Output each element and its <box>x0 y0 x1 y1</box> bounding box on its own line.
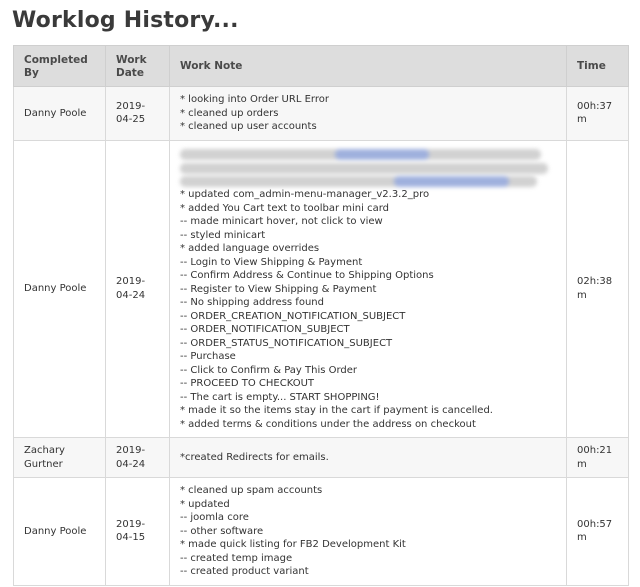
work-date-cell: 2019-04-24 <box>105 437 170 478</box>
completed-by-cell: Danny Poole <box>13 86 106 141</box>
note-line: * looking into Order URL Error <box>180 94 329 105</box>
completed-by-cell: Danny Poole <box>13 139 106 438</box>
note-line: -- created temp image <box>180 552 293 564</box>
note-line: * cleaned up user accounts <box>180 121 317 132</box>
note-line: * cleaned up orders <box>180 107 279 119</box>
table-row: Danny Poole 2019-04-25 * looking into Or… <box>13 86 629 141</box>
work-date-cell: 2019-04-25 <box>105 86 170 141</box>
table-row: Danny Poole 2019-04-15 * cleaned up spam… <box>13 477 629 586</box>
page-title: Worklog History... <box>12 8 239 33</box>
work-note-cell: * updated com_admin-menu-manager_v2.3.2_… <box>169 139 567 438</box>
time-cell: 00h:37m <box>566 86 629 141</box>
note-line: * added terms & conditions under the add… <box>180 418 476 430</box>
note-line: * made it so the items stay in the cart … <box>180 405 493 416</box>
time-cell: 02h:38m <box>566 139 629 438</box>
note-line: -- Login to View Shipping & Payment <box>180 256 363 268</box>
note-line: -- Click to Confirm & Pay This Order <box>180 364 358 376</box>
note-line: -- ORDER_STATUS_NOTIFICATION_SUBJECT <box>180 337 393 349</box>
note-line: -- Confirm Address & Continue to Shippin… <box>180 270 434 281</box>
work-date-cell: 2019-04-24 <box>105 139 170 438</box>
note-line: -- ORDER_CREATION_NOTIFICATION_SUBJECT <box>180 310 406 322</box>
note-line: -- The cart is empty... START SHOPPING! <box>180 391 380 403</box>
work-note-cell: *created Redirects for emails. <box>169 437 567 478</box>
work-note-cell: * cleaned up spam accounts * updated -- … <box>169 477 567 586</box>
note-line: * updated com_admin-menu-manager_v2.3.2_… <box>180 189 430 200</box>
note-line: -- joomla core <box>180 512 249 523</box>
note-line: -- made minicart hover, not click to vie… <box>180 216 383 227</box>
completed-by-cell: Danny Poole <box>13 477 106 586</box>
note-line: * made quick listing for FB2 Development… <box>180 539 406 550</box>
note-line: *created Redirects for emails. <box>180 451 329 463</box>
note-line: * added language overrides <box>180 243 320 254</box>
redacted-text <box>180 149 556 187</box>
work-note-cell: * looking into Order URL Error * cleaned… <box>169 86 567 141</box>
completed-by-cell: Zachary Gurtner <box>13 437 106 478</box>
header-work-note[interactable]: Work Note <box>169 45 567 87</box>
work-date-cell: 2019-04-15 <box>105 477 170 586</box>
note-line: -- Register to View Shipping & Payment <box>180 283 377 295</box>
note-line: -- No shipping address found <box>180 297 324 308</box>
header-time[interactable]: Time <box>566 45 629 87</box>
header-completed-by[interactable]: Completed By <box>13 45 106 87</box>
table-header-row: Completed By Work Date Work Note Time <box>13 45 629 87</box>
header-work-date[interactable]: Work Date <box>105 45 170 87</box>
note-line: -- other software <box>180 525 264 537</box>
note-line: -- created product variant <box>180 566 309 577</box>
note-line: -- ORDER_NOTIFICATION_SUBJECT <box>180 324 350 335</box>
note-line: -- PROCEED TO CHECKOUT <box>180 378 315 389</box>
note-line: -- styled minicart <box>180 229 266 241</box>
note-line: * updated <box>180 498 230 510</box>
table-row: Danny Poole 2019-04-24 * updated com_adm… <box>13 139 629 438</box>
time-cell: 00h:57m <box>566 477 629 586</box>
note-line: * added You Cart text to toolbar mini ca… <box>180 202 389 214</box>
note-line: -- Purchase <box>180 351 236 362</box>
note-line: * cleaned up spam accounts <box>180 485 323 496</box>
time-cell: 00h:21m <box>566 437 629 478</box>
table-row: Zachary Gurtner 2019-04-24 *created Redi… <box>13 437 629 478</box>
worklog-table: Completed By Work Date Work Note Time Da… <box>13 45 629 586</box>
